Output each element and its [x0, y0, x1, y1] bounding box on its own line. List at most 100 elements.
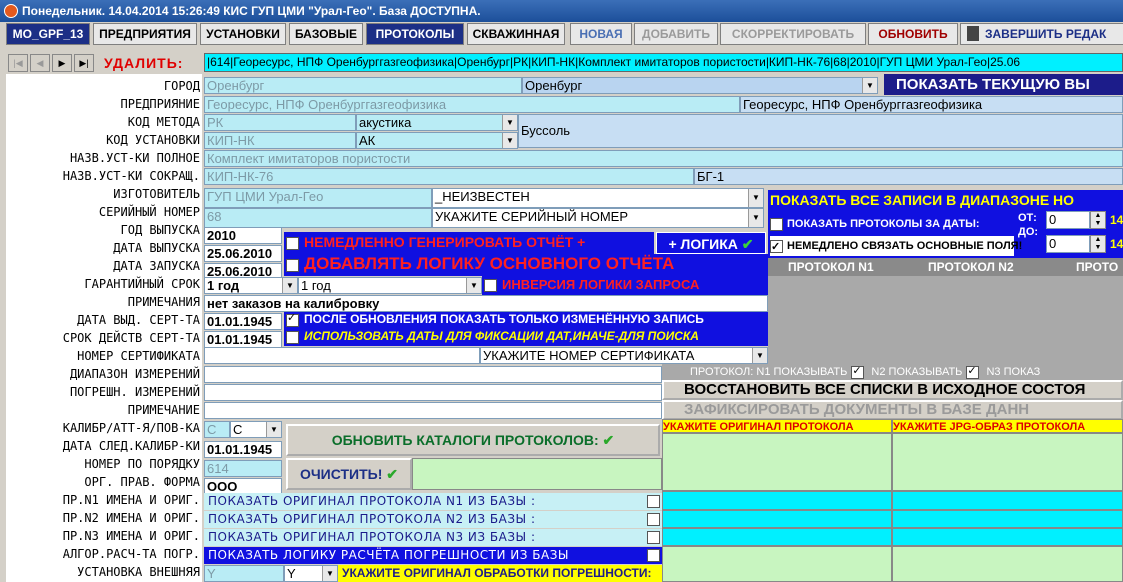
- jpg-logic-cell[interactable]: [892, 546, 1123, 582]
- checkbox[interactable]: [484, 279, 497, 292]
- after-update-option[interactable]: ПОСЛЕ ОБНОВЛЕНИЯ ПОКАЗАТЬ ТОЛЬКО ИЗМЕНЁН…: [284, 311, 768, 329]
- serial-field[interactable]: 68: [204, 208, 432, 228]
- ext-install-select[interactable]: Y ▼: [284, 565, 338, 582]
- show-protocols-dates-option[interactable]: ПОКАЗАТЬ ПРОТОКОЛЫ ЗА ДАТЫ:: [770, 214, 1014, 234]
- checkbox[interactable]: [647, 495, 660, 508]
- maker-select[interactable]: _НЕИЗВЕСТЕН ▼: [432, 188, 764, 208]
- checkbox[interactable]: [286, 237, 299, 250]
- jpg2-cell[interactable]: [892, 510, 1123, 528]
- tab-base[interactable]: БАЗОВЫЕ: [289, 23, 363, 45]
- install-full-field[interactable]: Комплект имитаторов пористости: [204, 150, 1123, 167]
- cert-date-field[interactable]: 01.01.1945: [204, 313, 282, 330]
- n1-show-checkbox[interactable]: [851, 364, 865, 379]
- city-select[interactable]: Оренбург ▼: [522, 77, 878, 94]
- show-orig1-option[interactable]: ПОКАЗАТЬ ОРИГИНАЛ ПРОТОКОЛА N1 ИЗ БАЗЫ :: [204, 493, 662, 510]
- to-input[interactable]: 0: [1046, 235, 1090, 253]
- checkbox[interactable]: [770, 237, 783, 257]
- add-logic-option[interactable]: ДОБАВЛЯТЬ ЛОГИКУ ОСНОВНОГО ОТЧЁТА: [284, 254, 768, 276]
- notes-field[interactable]: нет заказов на калибровку: [204, 295, 768, 312]
- order-no-field[interactable]: 614: [204, 460, 282, 477]
- next-calibr-field[interactable]: 01.01.1945: [204, 441, 282, 458]
- tab-installs[interactable]: УСТАНОВКИ: [200, 23, 286, 45]
- install-code-field[interactable]: КИП-НК: [204, 132, 356, 149]
- city-field[interactable]: Оренбург: [204, 77, 522, 94]
- first-record-icon[interactable]: |◀: [8, 54, 28, 72]
- restore-lists-button[interactable]: ВОССТАНОВИТЬ ВСЕ СПИСКИ В ИСХОДНОЕ СОСТО…: [662, 380, 1123, 400]
- method-select[interactable]: акустика ▼: [356, 114, 518, 131]
- n2-show-checkbox[interactable]: [966, 364, 980, 379]
- correct-button[interactable]: СКОРРЕКТИРОВАТЬ: [720, 23, 866, 45]
- ext-install-field[interactable]: Y: [204, 565, 284, 582]
- checkbox[interactable]: [286, 331, 299, 344]
- release-date-field[interactable]: 25.06.2010: [204, 245, 282, 262]
- delete-button[interactable]: УДАЛИТЬ:: [104, 55, 183, 71]
- invert-logic-option[interactable]: ИНВЕРСИЯ ЛОГИКИ ЗАПРОСА: [482, 276, 768, 295]
- last-record-icon[interactable]: ▶|: [74, 54, 94, 72]
- install-short-right-field[interactable]: БГ-1: [694, 168, 1123, 185]
- checkbox[interactable]: [770, 217, 783, 231]
- invert-logic-label: ИНВЕРСИЯ ЛОГИКИ ЗАПРОСА: [502, 277, 700, 292]
- clear-button[interactable]: ОЧИСТИТЬ! ✔: [286, 458, 412, 490]
- cert-term-field[interactable]: 01.01.1945: [204, 331, 282, 348]
- calibr-field[interactable]: С: [204, 421, 230, 438]
- show-orig3-option[interactable]: ПОКАЗАТЬ ОРИГИНАЛ ПРОТОКОЛА N3 ИЗ БАЗЫ :: [204, 529, 662, 546]
- fix-docs-button[interactable]: ЗАФИКСИРОВАТЬ ДОКУМЕНТЫ В БАЗЕ ДАНН: [662, 400, 1123, 420]
- orig-protocol-cell[interactable]: [662, 433, 892, 491]
- new-button[interactable]: НОВАЯ: [570, 23, 632, 45]
- jpg1-cell[interactable]: [892, 491, 1123, 510]
- serial-select-value: УКАЖИТЕ СЕРИЙНЫЙ НОМЕР: [435, 209, 629, 224]
- checkbox[interactable]: [286, 259, 299, 272]
- warranty-field[interactable]: 1 год ▼: [204, 277, 298, 294]
- checkbox[interactable]: [647, 513, 660, 526]
- year-field[interactable]: 2010: [204, 227, 282, 244]
- link-fields-option[interactable]: НЕМЕДЛЕНО СВЯЗАТЬ ОСНОВНЫЕ ПОЛЯ!: [770, 236, 1022, 257]
- jpg-protocol-cell[interactable]: [892, 433, 1123, 491]
- calibr-select[interactable]: С ▼: [230, 421, 282, 438]
- checkbox[interactable]: [647, 531, 660, 544]
- serial-select[interactable]: УКАЖИТЕ СЕРИЙНЫЙ НОМЕР ▼: [432, 208, 764, 228]
- install-select[interactable]: АК ▼: [356, 132, 518, 149]
- show-current-button[interactable]: ПОКАЗАТЬ ТЕКУЩУЮ ВЫ: [884, 74, 1123, 95]
- checkbox[interactable]: [647, 549, 660, 562]
- orig-logic-cell[interactable]: [662, 546, 892, 582]
- tab-well[interactable]: СКВАЖИННАЯ: [467, 23, 565, 45]
- add-button[interactable]: ДОБАВИТЬ: [634, 23, 718, 45]
- enterprise-field[interactable]: Георесурс, НПФ Оренбурггазгеофизика: [204, 96, 740, 113]
- chevron-down-icon: ▼: [282, 278, 297, 293]
- note2-field[interactable]: [204, 402, 662, 419]
- chevron-down-icon: ▼: [322, 566, 337, 581]
- label-meas-range: ДИАПАЗОН ИЗМЕРЕНИЙ: [69, 367, 200, 381]
- generate-report-option[interactable]: НЕМЕДЛЕННО ГЕНЕРИРОВАТЬ ОТЧЁТ +: [284, 232, 654, 254]
- orig3-cell[interactable]: [662, 528, 892, 546]
- use-dates-option[interactable]: ИСПОЛЬЗОВАТЬ ДАТЫ ДЛЯ ФИКСАЦИИ ДАТ,ИНАЧЕ…: [284, 329, 768, 346]
- show-all-records-button[interactable]: ПОКАЗАТЬ ВСЕ ЗАПИСИ В ДИАПАЗОНЕ НО: [770, 192, 1074, 208]
- next-record-icon[interactable]: ▶: [52, 54, 72, 72]
- enterprise-right-field[interactable]: Георесурс, НПФ Оренбурггазгеофизика: [740, 96, 1123, 113]
- meas-range-field[interactable]: [204, 366, 662, 383]
- from-input[interactable]: 0: [1046, 211, 1090, 229]
- from-spinner[interactable]: ▲ ▼: [1090, 211, 1106, 229]
- cert-number-select[interactable]: УКАЖИТЕ НОМЕР СЕРТИФИКАТА ▼: [480, 347, 768, 364]
- checkbox[interactable]: [286, 311, 299, 327]
- orig1-cell[interactable]: [662, 491, 892, 510]
- show-orig2-option[interactable]: ПОКАЗАТЬ ОРИГИНАЛ ПРОТОКОЛА N2 ИЗ БАЗЫ :: [204, 511, 662, 528]
- prev-record-icon[interactable]: ◀: [30, 54, 50, 72]
- tab-enterprises[interactable]: ПРЕДПРИЯТИЯ: [93, 23, 197, 45]
- finish-edit-button[interactable]: ЗАВЕРШИТЬ РЕДАК: [960, 23, 1123, 45]
- refresh-button[interactable]: ОБНОВИТЬ: [868, 23, 958, 45]
- orig2-cell[interactable]: [662, 510, 892, 528]
- tab-protocols[interactable]: ПРОТОКОЛЫ: [366, 23, 464, 45]
- install-right-field[interactable]: Буссоль: [518, 114, 1123, 148]
- install-short-field[interactable]: КИП-НК-76: [204, 168, 694, 185]
- maker-field[interactable]: ГУП ЦМИ Урал-Гео: [204, 188, 432, 208]
- cert-number-field[interactable]: [204, 347, 480, 364]
- to-spinner[interactable]: ▲ ▼: [1090, 235, 1106, 253]
- show-logic-option[interactable]: ПОКАЗАТЬ ЛОГИКУ РАСЧЁТА ПОГРЕШНОСТИ ИЗ Б…: [204, 547, 662, 564]
- warranty-select[interactable]: 1 год ▼: [298, 277, 482, 294]
- jpg3-cell[interactable]: [892, 528, 1123, 546]
- refresh-catalogs-button[interactable]: ОБНОВИТЬ КАТАЛОГИ ПРОТОКОЛОВ: ✔: [286, 424, 660, 456]
- tab-mo-gpf[interactable]: MO_GPF_13: [6, 23, 90, 45]
- logic-button[interactable]: + ЛОГИКА ✔: [656, 232, 766, 254]
- method-code-field[interactable]: РК: [204, 114, 356, 131]
- meas-error-field[interactable]: [204, 384, 662, 401]
